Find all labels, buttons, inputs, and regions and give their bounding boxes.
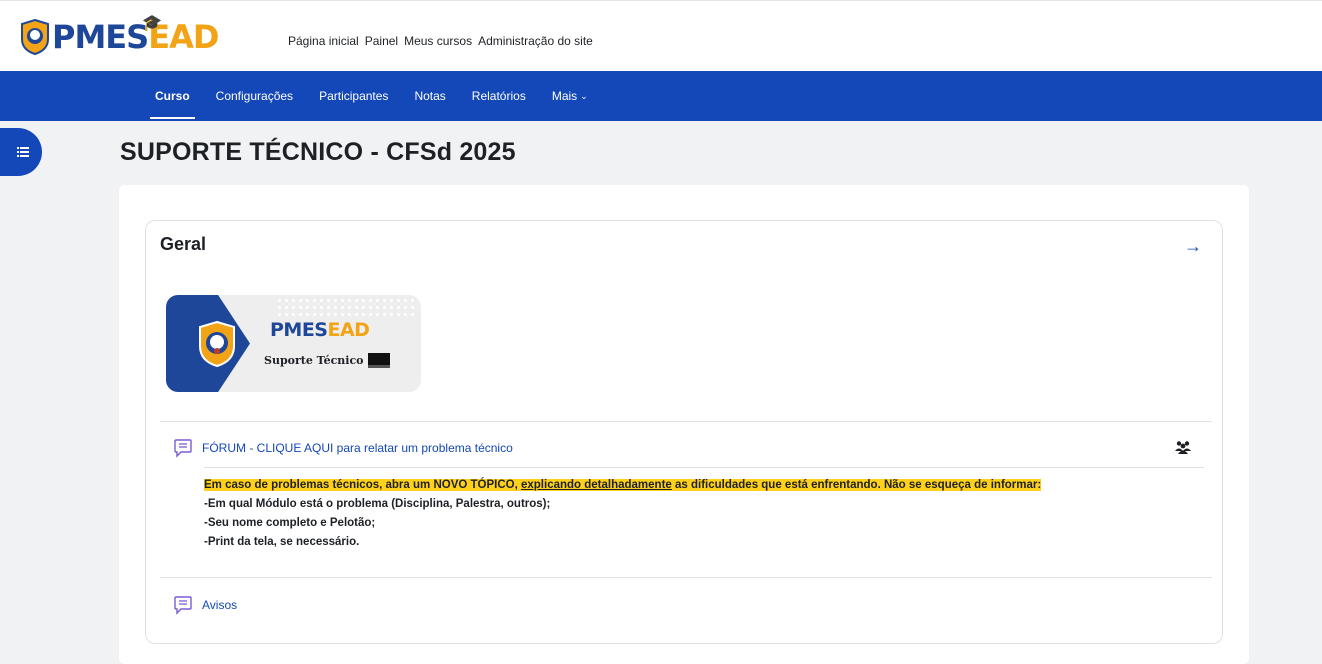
activity-forum-support[interactable]: FÓRUM - CLIQUE AQUI para relatar um prob… xyxy=(173,438,513,458)
banner-dots xyxy=(276,297,416,317)
tab-reports-label: Relatórios xyxy=(471,89,526,103)
forum-icon xyxy=(174,439,192,458)
site-logo[interactable]: PMES 🎓 EAD xyxy=(20,13,219,57)
primary-navigation: Página inicial Painel Meus cursos Admini… xyxy=(288,34,599,48)
group-mode-icon[interactable] xyxy=(1174,440,1192,454)
course-secondary-navigation: Curso Configurações Participantes Notas … xyxy=(0,71,1322,121)
top-navbar: PMES 🎓 EAD Página inicial Painel Meus curs… xyxy=(0,0,1322,71)
arrow-right-icon[interactable]: → xyxy=(1184,236,1202,257)
tab-settings-label: Configurações xyxy=(215,89,294,103)
tab-participants-label: Participantes xyxy=(319,89,389,103)
tab-reports[interactable]: Relatórios xyxy=(459,71,539,121)
description-line-3: -Seu nome completo e Pelotão; xyxy=(204,517,376,529)
desc-underlined: explicando detalhadamente xyxy=(520,479,672,491)
course-section-general: Geral → PMESEAD Suporte Técnico FÓRUM - … xyxy=(145,220,1223,644)
course-content-card: Geral → PMESEAD Suporte Técnico FÓRUM - … xyxy=(119,185,1249,664)
forum-icon xyxy=(174,596,192,615)
section-title[interactable]: Geral xyxy=(160,234,206,255)
tab-course-label: Curso xyxy=(155,89,190,103)
desc-text: Em caso de problemas técnicos, abra um N… xyxy=(204,479,521,491)
divider xyxy=(160,421,1212,422)
banner-logo: PMESEAD xyxy=(270,319,370,341)
description-line-4: -Print da tela, se necessário. xyxy=(204,536,360,548)
shield-logo-icon xyxy=(21,19,49,55)
tab-course[interactable]: Curso xyxy=(142,71,203,121)
logo-wordmark: PMES 🎓 EAD xyxy=(52,13,219,56)
banner-logo-pm: PMES xyxy=(270,319,328,341)
desc-text: as dificuldades que está enfrentando. Nã… xyxy=(671,479,1042,491)
divider xyxy=(160,577,1212,578)
activity-link[interactable]: Avisos xyxy=(202,598,237,612)
activity-announcements[interactable]: Avisos xyxy=(173,595,237,615)
chevron-down-icon: ⌄ xyxy=(580,90,588,101)
tab-grades-label: Notas xyxy=(414,89,446,103)
description-line-1: Em caso de problemas técnicos, abra um N… xyxy=(204,476,1042,495)
police-badge-icon xyxy=(199,321,235,367)
course-index-toggle[interactable] xyxy=(0,128,42,176)
tab-more-label: Mais xyxy=(551,89,578,103)
activity-link[interactable]: FÓRUM - CLIQUE AQUI para relatar um prob… xyxy=(202,441,513,455)
banner-subtitle: Suporte Técnico xyxy=(264,353,390,368)
laptop-icon xyxy=(367,353,390,368)
activity-description: Em caso de problemas técnicos, abra um N… xyxy=(204,476,1042,552)
divider xyxy=(204,467,1204,468)
banner-subtitle-text: Suporte Técnico xyxy=(264,354,364,367)
nav-dashboard[interactable]: Painel xyxy=(365,34,398,48)
nav-site-admin[interactable]: Administração do site xyxy=(478,34,593,48)
nav-home[interactable]: Página inicial xyxy=(288,34,359,48)
course-banner-image: PMESEAD Suporte Técnico xyxy=(166,295,421,392)
page-title: SUPORTE TÉCNICO - CFSd 2025 xyxy=(120,138,516,166)
list-icon xyxy=(17,147,29,157)
banner-logo-ead: EAD xyxy=(327,319,370,341)
tab-settings[interactable]: Configurações xyxy=(203,71,306,121)
tab-grades[interactable]: Notas xyxy=(401,71,458,121)
description-line-2: -Em qual Módulo está o problema (Discipl… xyxy=(204,498,551,510)
tab-participants[interactable]: Participantes xyxy=(306,71,401,121)
nav-my-courses[interactable]: Meus cursos xyxy=(404,34,472,48)
tab-more[interactable]: Mais ⌄ xyxy=(539,71,601,121)
